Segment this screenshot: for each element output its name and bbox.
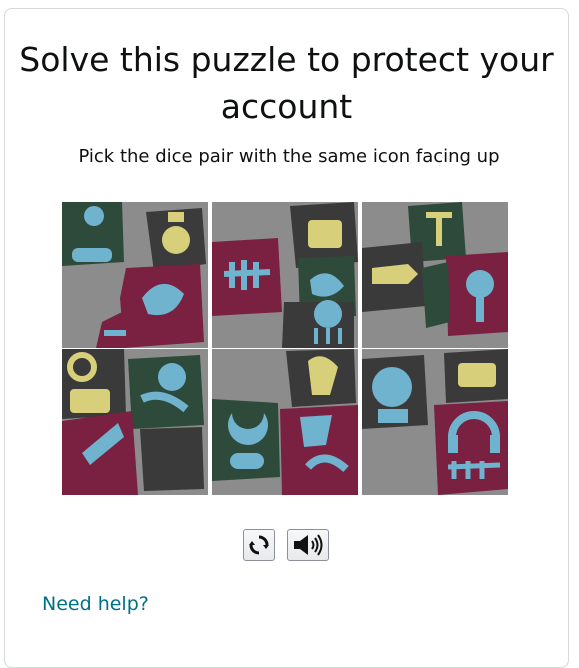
dice-image-3 xyxy=(362,202,508,348)
dice-tile-4[interactable] xyxy=(62,349,208,495)
reload-icon xyxy=(249,535,269,555)
dice-tile-3[interactable] xyxy=(362,202,508,348)
audio-button[interactable] xyxy=(287,529,329,561)
dice-image-4 xyxy=(62,349,208,495)
dice-tile-1[interactable] xyxy=(62,202,208,348)
puzzle-instructions: Pick the dice pair with the same icon fa… xyxy=(78,146,500,167)
dice-tile-6[interactable] xyxy=(362,349,508,495)
speaker-icon xyxy=(294,534,323,556)
page-title: Solve this puzzle to protect your accoun… xyxy=(19,40,554,126)
dice-image-6 xyxy=(362,349,508,495)
captcha-controls xyxy=(243,529,329,563)
dice-image-grid xyxy=(62,202,508,495)
dice-image-2 xyxy=(212,202,358,348)
dice-image-1 xyxy=(62,202,208,348)
reload-button[interactable] xyxy=(243,529,275,561)
dice-image-5 xyxy=(212,349,358,495)
dice-tile-5[interactable] xyxy=(212,349,358,495)
dice-tile-2[interactable] xyxy=(212,202,358,348)
need-help-link[interactable]: Need help? xyxy=(42,593,149,615)
